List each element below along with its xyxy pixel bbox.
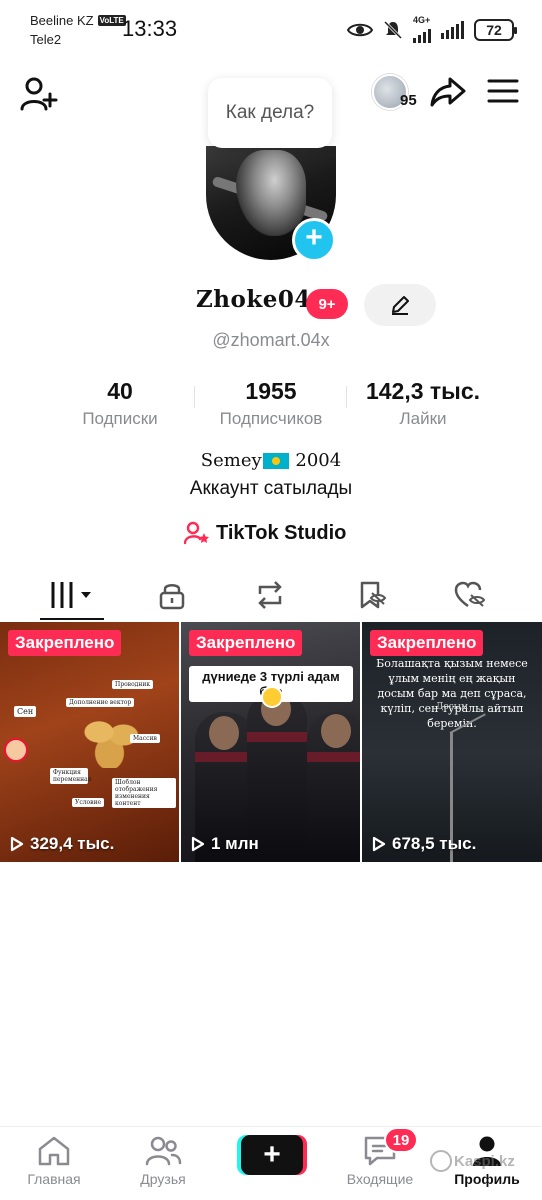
heart-hidden-icon bbox=[454, 581, 486, 608]
stat-likes-label: Лайки bbox=[399, 409, 447, 428]
notification-badge[interactable]: 9+ bbox=[306, 289, 348, 319]
pinned-badge: Закреплено bbox=[8, 630, 122, 656]
share-icon bbox=[430, 77, 466, 107]
menu-button[interactable] bbox=[484, 72, 522, 110]
profile-stats: 40 Подписки 1955 Подписчиков 142,3 тыс. … bbox=[0, 378, 542, 438]
nav-inbox-label: Входящие bbox=[346, 1171, 414, 1187]
stat-likes[interactable]: 142,3 тыс. Лайки bbox=[348, 378, 498, 429]
bell-muted-icon bbox=[383, 20, 403, 39]
carrier-primary-label: Beeline KZ bbox=[30, 13, 94, 28]
friends-icon bbox=[145, 1136, 182, 1166]
add-friend-button[interactable] bbox=[18, 74, 60, 114]
play-icon bbox=[372, 836, 386, 852]
bio-line-1: Semey 2004 bbox=[0, 450, 542, 471]
signal-4g: 4G+ bbox=[413, 16, 431, 43]
stat-followers[interactable]: 1955 Подписчиков bbox=[196, 378, 346, 429]
pinned-badge: Закреплено bbox=[370, 630, 484, 656]
stat-followers-value: 1955 bbox=[245, 378, 297, 404]
view-count-value: 678,5 тыс. bbox=[392, 834, 477, 853]
status-icons: 4G+ 72 bbox=[347, 16, 517, 43]
bio-year: 2004 bbox=[295, 450, 342, 471]
tiktok-studio-link[interactable]: TikTok Studio bbox=[184, 518, 346, 548]
stat-following-value: 40 bbox=[107, 378, 133, 404]
plus-icon: + bbox=[263, 1138, 281, 1171]
carrier-primary: Beeline KZ VoLTE bbox=[30, 13, 126, 28]
repost-icon bbox=[258, 581, 282, 609]
bookmark-hidden-icon bbox=[360, 581, 387, 609]
nav-home[interactable]: Главная bbox=[9, 1135, 99, 1187]
status-note-bubble[interactable]: Как дела? bbox=[208, 78, 332, 148]
tab-liked[interactable] bbox=[424, 568, 516, 622]
status-time: 13:33 bbox=[122, 16, 178, 41]
battery-level: 72 bbox=[486, 21, 502, 38]
diagram-label: Шоблон отображения изменения контент bbox=[112, 778, 176, 808]
add-user-icon bbox=[20, 77, 58, 111]
bio-city: Semey bbox=[200, 450, 262, 471]
pencil-icon bbox=[392, 296, 409, 315]
clown-emoji bbox=[4, 738, 28, 762]
video-caption-sub: Досым bbox=[436, 702, 468, 712]
nav-profile-label: Профиль bbox=[454, 1171, 520, 1187]
tab-reposts[interactable] bbox=[224, 568, 316, 622]
carrier-secondary: Tele2 bbox=[30, 32, 62, 47]
tab-videos[interactable] bbox=[26, 568, 118, 622]
studio-user-star-icon bbox=[184, 521, 209, 545]
diagram-label: Дополнение вектор bbox=[66, 698, 135, 707]
battery-indicator: 72 bbox=[474, 18, 517, 41]
display-name: Zhoke04 bbox=[196, 286, 311, 313]
video-tile[interactable]: Сен Проводник Дополнение вектор Функция … bbox=[0, 622, 179, 862]
grid-icon bbox=[51, 582, 91, 608]
video-caption: Болашақта қызым немесе ұлым менің ең жақ… bbox=[376, 657, 528, 730]
play-icon bbox=[191, 836, 205, 852]
edit-profile-button[interactable] bbox=[364, 284, 436, 326]
home-icon bbox=[38, 1136, 70, 1166]
status-bar: Beeline KZ VoLTE Tele2 13:33 4G+ 72 bbox=[0, 0, 542, 56]
diagram-label: Условие bbox=[72, 798, 105, 807]
nav-friends-label: Друзья bbox=[140, 1171, 186, 1187]
laughing-emoji-icon bbox=[261, 686, 283, 708]
play-icon bbox=[10, 836, 24, 852]
view-count-value: 1 млн bbox=[211, 834, 259, 853]
watermark-label: Kaspi.kz bbox=[454, 1152, 515, 1170]
stat-likes-value: 142,3 тыс. bbox=[365, 378, 481, 404]
view-count: 678,5 тыс. bbox=[372, 834, 476, 854]
stat-followers-label: Подписчиков bbox=[219, 409, 323, 428]
pinned-badge: Закреплено bbox=[189, 630, 303, 656]
profile-tabs bbox=[0, 568, 542, 622]
network-type: 4G+ bbox=[413, 15, 431, 25]
signal-icon bbox=[441, 20, 464, 39]
tab-favorites[interactable] bbox=[326, 568, 418, 622]
diagram-label: Массив bbox=[130, 734, 160, 743]
eye-icon bbox=[347, 23, 373, 36]
profile-visitors-button[interactable]: 95 bbox=[372, 74, 422, 114]
view-count-value: 329,4 тыс. bbox=[30, 834, 115, 853]
stat-following[interactable]: 40 Подписки bbox=[60, 378, 180, 429]
bio-line-2: Аккаунт сатылады bbox=[189, 478, 353, 499]
diagram-label: Сен bbox=[14, 706, 37, 717]
kaspi-logo-icon bbox=[430, 1150, 452, 1172]
tab-private[interactable] bbox=[126, 568, 218, 622]
nav-home-label: Главная bbox=[27, 1171, 81, 1187]
view-count: 1 млн bbox=[191, 834, 259, 854]
kazakhstan-flag-icon bbox=[262, 453, 289, 469]
username-handle: @zhomart.04x bbox=[212, 330, 330, 350]
create-button[interactable]: + bbox=[241, 1135, 303, 1175]
video-tile[interactable]: Болашақта қызым немесе ұлым менің ең жақ… bbox=[362, 622, 542, 862]
diagram-label: Функция переменная bbox=[50, 768, 92, 784]
inbox-badge: 19 bbox=[384, 1127, 418, 1153]
video-tile[interactable]: Закреплено дүниеде 3 түрлі адам бар 1 мл… bbox=[181, 622, 360, 862]
kaspi-watermark: Kaspi.kz bbox=[430, 1150, 515, 1172]
hamburger-icon bbox=[487, 79, 519, 103]
lock-icon bbox=[159, 584, 185, 610]
stat-following-label: Подписки bbox=[82, 409, 158, 428]
visitor-count: 95 bbox=[400, 92, 417, 109]
add-story-button[interactable]: + bbox=[292, 218, 336, 262]
nav-friends[interactable]: Друзья bbox=[118, 1135, 208, 1187]
status-note-text: Как дела? bbox=[225, 102, 315, 123]
view-count: 329,4 тыс. bbox=[10, 834, 114, 854]
share-profile-button[interactable] bbox=[428, 72, 468, 112]
diagram-label: Проводник bbox=[112, 680, 154, 689]
tiktok-studio-label: TikTok Studio bbox=[216, 521, 347, 544]
video-grid: Сен Проводник Дополнение вектор Функция … bbox=[0, 622, 542, 862]
